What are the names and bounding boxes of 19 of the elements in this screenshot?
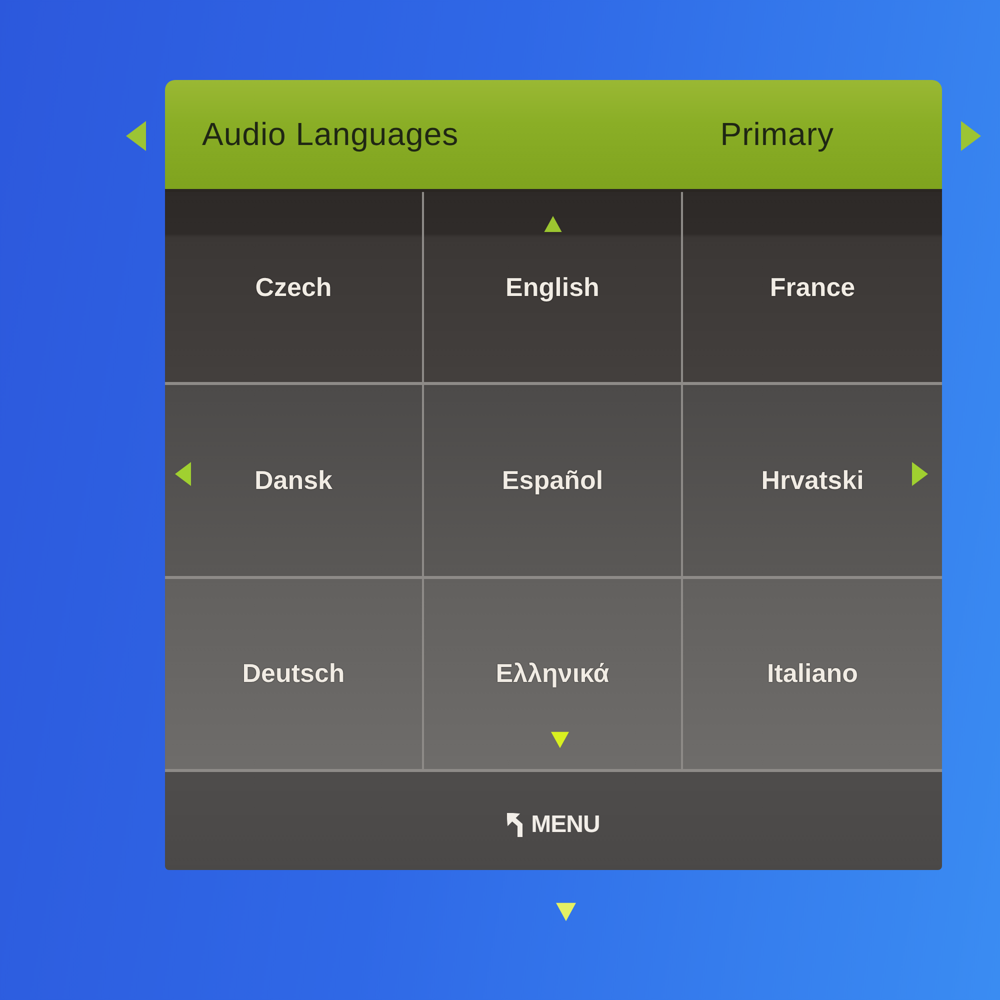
right-arrow-icon — [912, 462, 928, 486]
left-arrow-icon — [175, 462, 191, 486]
language-option[interactable]: Czech — [165, 192, 424, 386]
language-option[interactable]: France — [683, 192, 942, 386]
language-option[interactable]: Italiano — [683, 578, 942, 772]
language-option[interactable]: Hrvatski — [683, 385, 942, 579]
language-option[interactable]: English — [424, 192, 683, 386]
language-option[interactable]: Español — [424, 385, 683, 579]
menu-label: MENU — [531, 811, 600, 839]
down-arrow-icon — [550, 730, 568, 749]
right-arrow-icon — [961, 121, 981, 151]
down-arrow-icon — [556, 902, 576, 922]
language-option[interactable]: Deutsch — [165, 578, 424, 772]
up-arrow-icon — [544, 216, 562, 232]
language-option[interactable]: Dansk — [165, 385, 424, 579]
left-arrow-icon — [126, 121, 146, 151]
header-value[interactable]: Primary — [720, 116, 834, 153]
header-title: Audio Languages — [202, 116, 459, 153]
language-option[interactable]: Ελληνικά — [424, 578, 683, 772]
